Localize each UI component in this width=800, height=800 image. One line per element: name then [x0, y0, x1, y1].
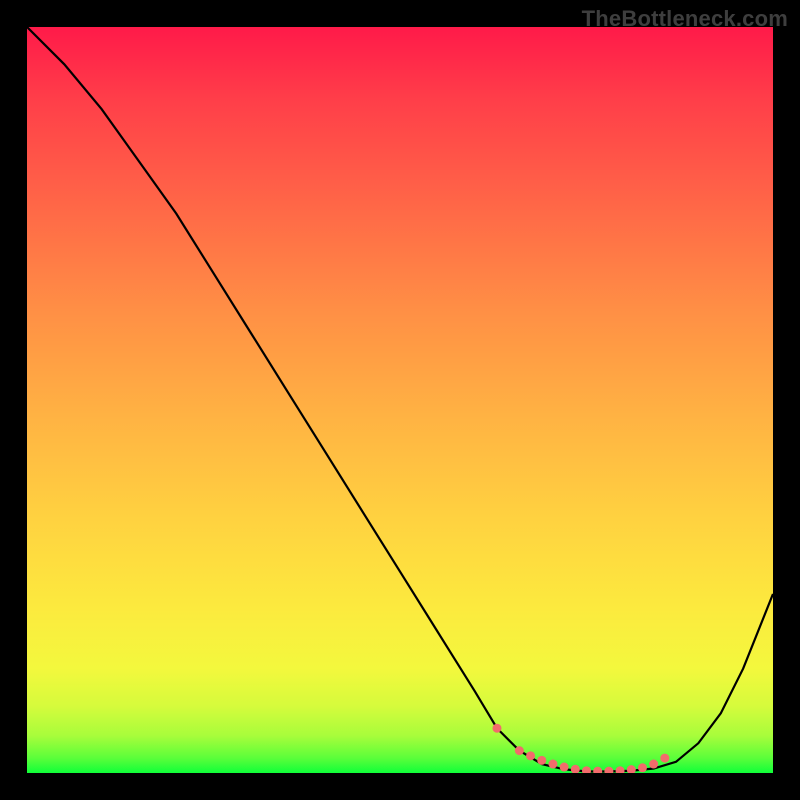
highlight-dot [593, 767, 602, 773]
highlight-dot [616, 766, 625, 773]
chart-container: TheBottleneck.com [0, 0, 800, 800]
highlight-dot [537, 756, 546, 765]
highlight-dot [560, 763, 569, 772]
highlight-dot [548, 760, 557, 769]
main-curve [27, 27, 773, 772]
highlight-dot [638, 763, 647, 772]
highlight-dots [492, 724, 669, 773]
highlight-dot [627, 765, 636, 773]
highlight-dot [526, 751, 535, 760]
watermark-text: TheBottleneck.com [582, 6, 788, 32]
highlight-dot [604, 767, 613, 773]
plot-area [27, 27, 773, 773]
highlight-dot [582, 766, 591, 773]
highlight-dot [515, 746, 524, 755]
highlight-dot [649, 760, 658, 769]
highlight-dot [571, 765, 580, 773]
highlight-dot [660, 754, 669, 763]
curve-svg [27, 27, 773, 773]
highlight-dot [492, 724, 501, 733]
